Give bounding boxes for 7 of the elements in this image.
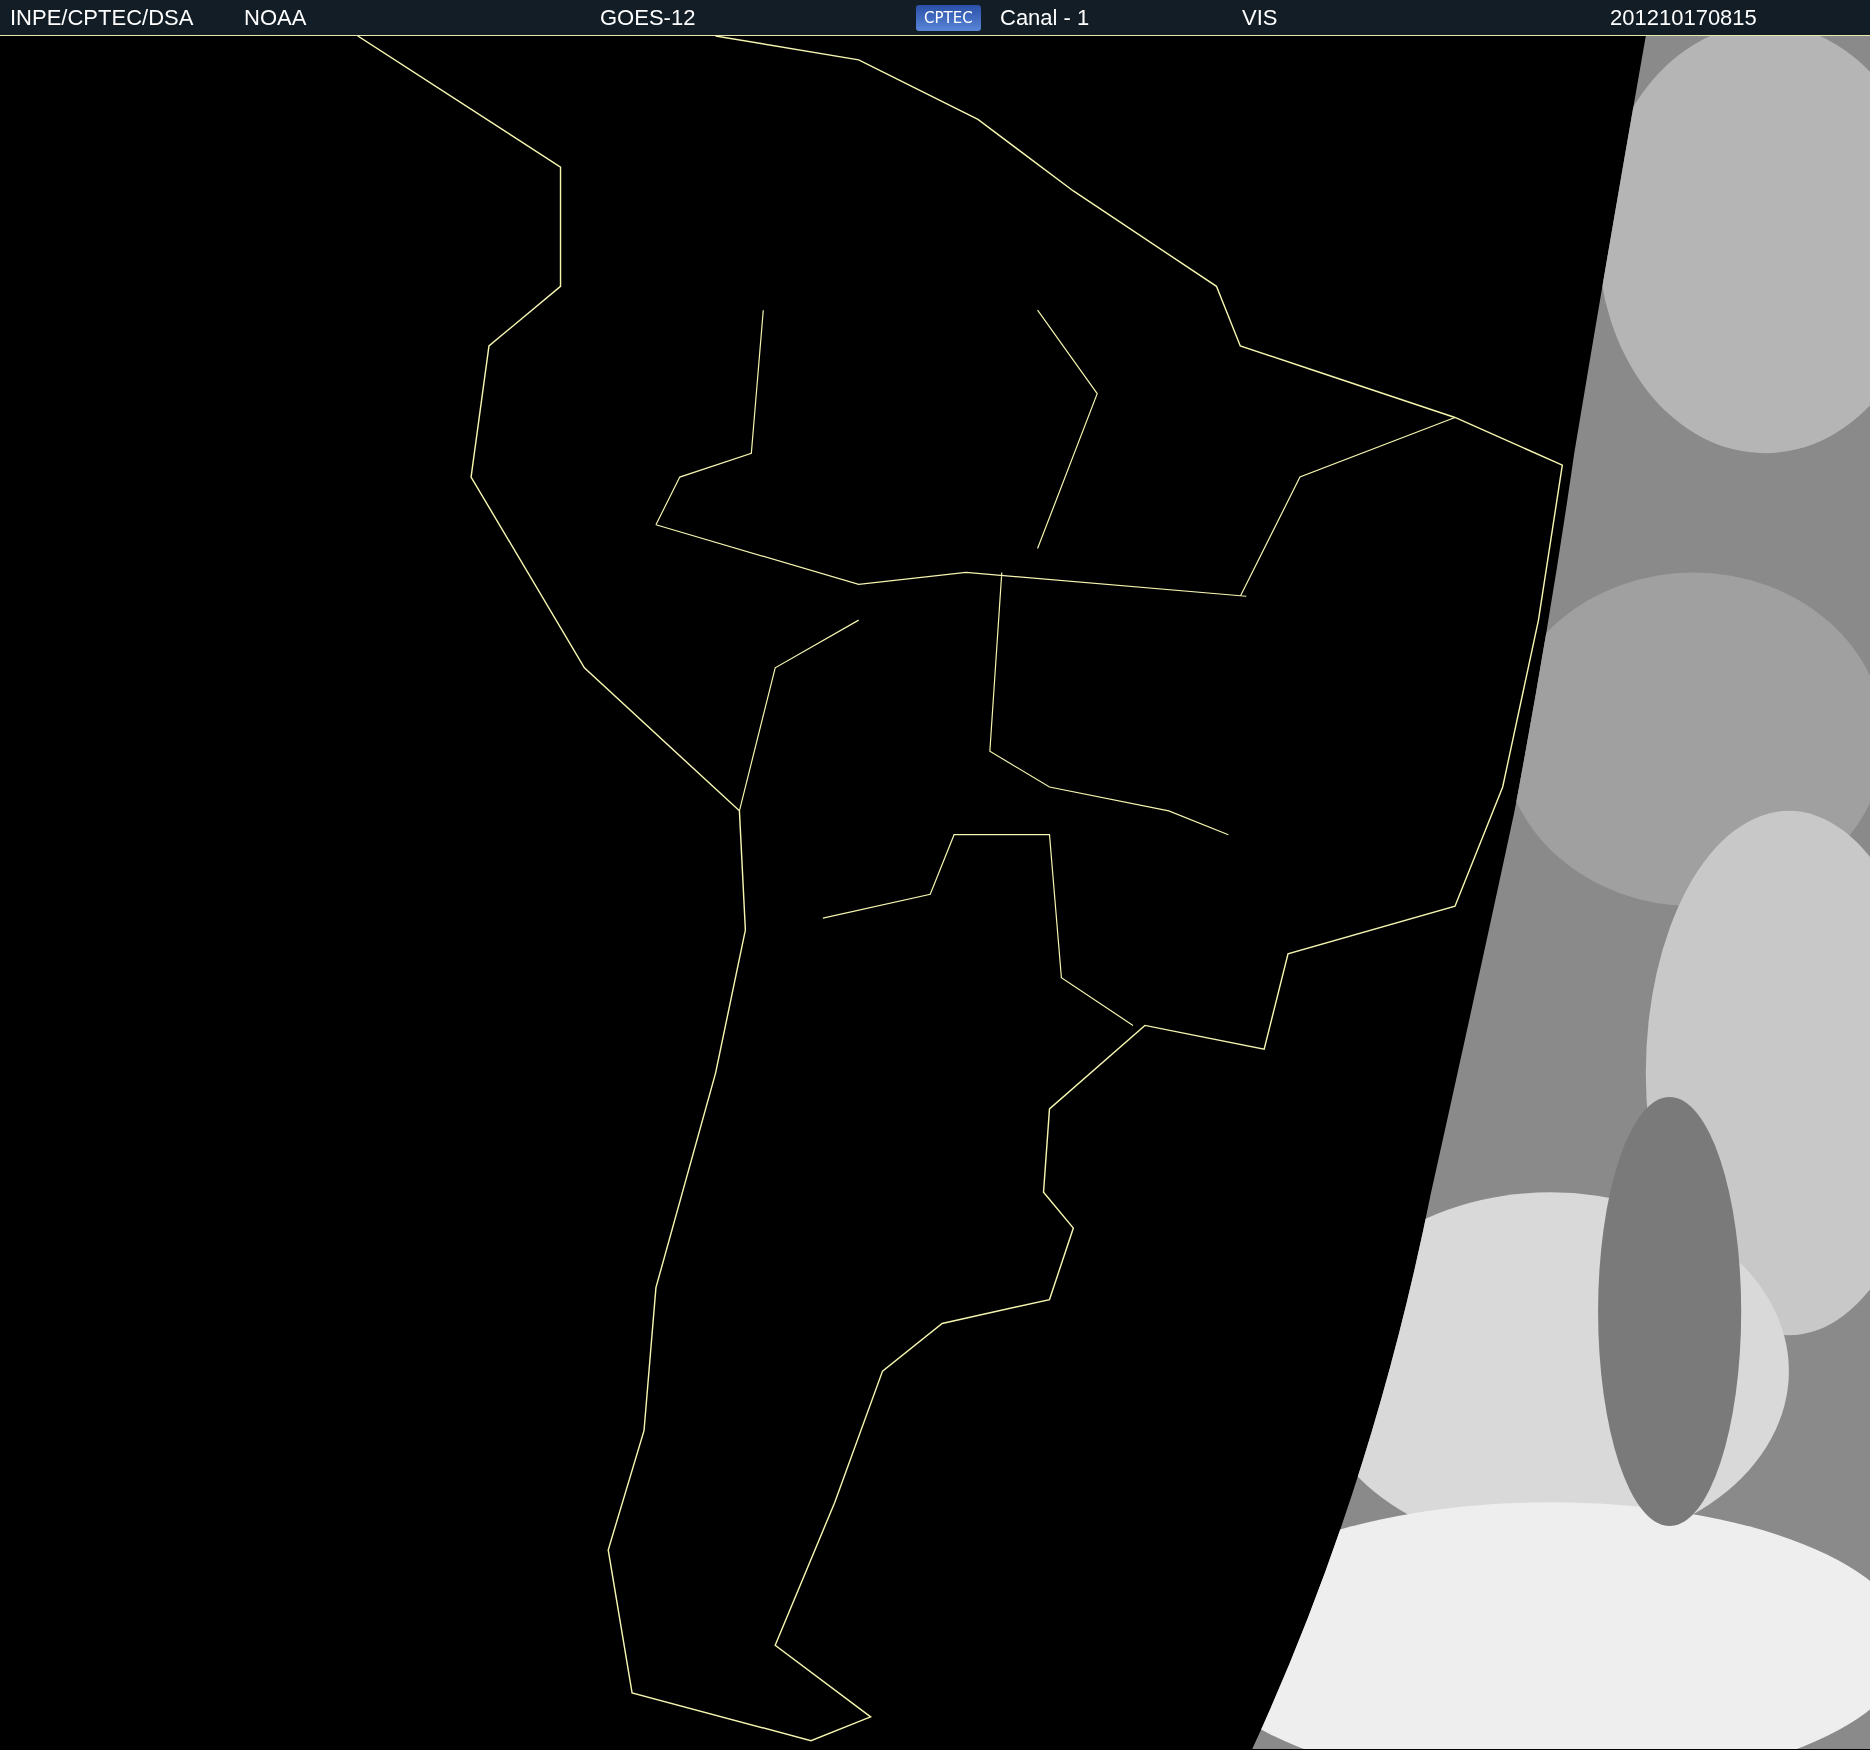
header-label: NOAA: [244, 4, 307, 31]
logo: CPTEC: [916, 4, 981, 31]
header-label: 201210170815: [1610, 4, 1757, 31]
header-label: VIS: [1242, 4, 1278, 31]
header-label: Canal - 1: [1000, 4, 1090, 31]
header-label: GOES-12: [600, 4, 696, 31]
header-label: INPE/CPTEC/DSA: [10, 4, 194, 31]
